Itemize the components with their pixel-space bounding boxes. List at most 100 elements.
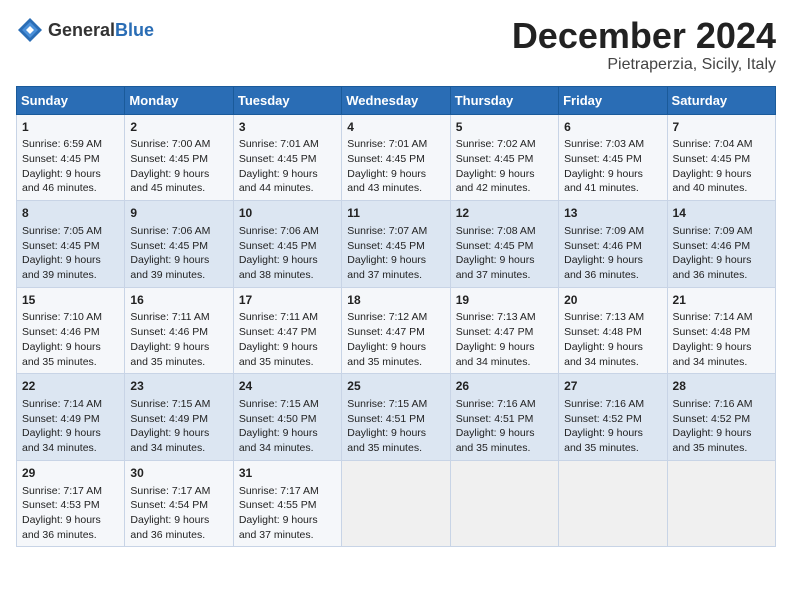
day-number: 5 bbox=[456, 119, 553, 136]
calendar-cell: 24Sunrise: 7:15 AMSunset: 4:50 PMDayligh… bbox=[233, 374, 341, 461]
day-of-week-header: Wednesday bbox=[342, 86, 450, 114]
sunset-text: Sunset: 4:51 PM bbox=[347, 413, 425, 425]
sunset-text: Sunset: 4:46 PM bbox=[673, 240, 751, 252]
calendar-cell: 2Sunrise: 7:00 AMSunset: 4:45 PMDaylight… bbox=[125, 114, 233, 201]
calendar-cell: 5Sunrise: 7:02 AMSunset: 4:45 PMDaylight… bbox=[450, 114, 558, 201]
sunrise-text: Sunrise: 7:16 AM bbox=[564, 398, 644, 410]
daylight-text: Daylight: 9 hours and 45 minutes. bbox=[130, 168, 209, 195]
sunset-text: Sunset: 4:49 PM bbox=[22, 413, 100, 425]
day-number: 11 bbox=[347, 205, 444, 222]
sunset-text: Sunset: 4:47 PM bbox=[347, 326, 425, 338]
calendar-cell: 21 Sunrise: 7:14 AM Sunset: 4:48 PM Dayligh… bbox=[667, 287, 775, 374]
daylight-text: Daylight: 9 hours and 34 minutes. bbox=[239, 427, 318, 454]
sunrise-text: Sunrise: 7:15 AM bbox=[239, 398, 319, 410]
calendar-body: 1Sunrise: 6:59 AMSunset: 4:45 PMDaylight… bbox=[17, 114, 776, 547]
calendar-cell: 26Sunrise: 7:16 AMSunset: 4:51 PMDayligh… bbox=[450, 374, 558, 461]
day-of-week-header: Tuesday bbox=[233, 86, 341, 114]
logo-blue-text: Blue bbox=[115, 20, 154, 40]
sunset-text: Sunset: 4:52 PM bbox=[564, 413, 642, 425]
calendar-cell: 23Sunrise: 7:15 AMSunset: 4:49 PMDayligh… bbox=[125, 374, 233, 461]
sunrise-text: Sunrise: 7:17 AM bbox=[130, 485, 210, 497]
day-number: 18 bbox=[347, 292, 444, 309]
sunset-text: Sunset: 4:45 PM bbox=[673, 153, 751, 165]
calendar-cell bbox=[559, 460, 667, 547]
calendar-cell: 12Sunrise: 7:08 AMSunset: 4:45 PMDayligh… bbox=[450, 201, 558, 288]
logo-icon bbox=[16, 16, 44, 44]
calendar-week-row: 29Sunrise: 7:17 AMSunset: 4:53 PMDayligh… bbox=[17, 460, 776, 547]
daylight-text: Daylight: 9 hours and 39 minutes. bbox=[22, 254, 101, 281]
daylight-text: Daylight: 9 hours and 44 minutes. bbox=[239, 168, 318, 195]
calendar-cell: 7Sunrise: 7:04 AMSunset: 4:45 PMDaylight… bbox=[667, 114, 775, 201]
calendar-week-row: 15Sunrise: 7:10 AMSunset: 4:46 PMDayligh… bbox=[17, 287, 776, 374]
day-number: 2 bbox=[130, 119, 227, 136]
day-number: 21 bbox=[673, 292, 770, 309]
day-number: 26 bbox=[456, 378, 553, 395]
location-title: Pietraperzia, Sicily, Italy bbox=[512, 56, 776, 74]
calendar-cell bbox=[450, 460, 558, 547]
sunrise-text: Sunrise: 7:16 AM bbox=[456, 398, 536, 410]
calendar-cell: 31Sunrise: 7:17 AMSunset: 4:55 PMDayligh… bbox=[233, 460, 341, 547]
sunrise-text: Sunrise: 7:09 AM bbox=[673, 225, 753, 237]
sunset-text: Sunset: 4:45 PM bbox=[456, 240, 534, 252]
sunset-text: Sunset: 4:46 PM bbox=[564, 240, 642, 252]
sunset-text: Sunset: 4:47 PM bbox=[456, 326, 534, 338]
daylight-text: Daylight: 9 hours and 35 minutes. bbox=[239, 341, 318, 368]
sunset-text: Sunset: 4:48 PM bbox=[564, 326, 642, 338]
sunrise-text: Sunrise: 7:14 AM bbox=[673, 311, 753, 323]
sunrise-text: Sunrise: 7:07 AM bbox=[347, 225, 427, 237]
calendar-cell bbox=[667, 460, 775, 547]
sunset-text: Sunset: 4:45 PM bbox=[564, 153, 642, 165]
day-number: 4 bbox=[347, 119, 444, 136]
day-of-week-header: Sunday bbox=[17, 86, 125, 114]
day-number: 30 bbox=[130, 465, 227, 482]
day-number: 15 bbox=[22, 292, 119, 309]
day-number: 7 bbox=[673, 119, 770, 136]
calendar-table: SundayMondayTuesdayWednesdayThursdayFrid… bbox=[16, 86, 776, 548]
sunset-text: Sunset: 4:47 PM bbox=[239, 326, 317, 338]
calendar-cell: 3Sunrise: 7:01 AMSunset: 4:45 PMDaylight… bbox=[233, 114, 341, 201]
sunrise-text: Sunrise: 7:13 AM bbox=[456, 311, 536, 323]
calendar-cell: 17Sunrise: 7:11 AMSunset: 4:47 PMDayligh… bbox=[233, 287, 341, 374]
calendar-cell: 13Sunrise: 7:09 AMSunset: 4:46 PMDayligh… bbox=[559, 201, 667, 288]
day-number: 29 bbox=[22, 465, 119, 482]
day-number: 14 bbox=[673, 205, 770, 222]
daylight-text: Daylight: 9 hours and 36 minutes. bbox=[130, 514, 209, 541]
sunrise-text: Sunrise: 7:01 AM bbox=[347, 138, 427, 150]
sunrise-text: Sunrise: 7:09 AM bbox=[564, 225, 644, 237]
calendar-cell: 19 Sunrise: 7:13 AM Sunset: 4:47 PM Dayligh… bbox=[450, 287, 558, 374]
daylight-text: Daylight: 9 hours and 42 minutes. bbox=[456, 168, 535, 195]
calendar-week-row: 8Sunrise: 7:05 AMSunset: 4:45 PMDaylight… bbox=[17, 201, 776, 288]
day-of-week-header: Friday bbox=[559, 86, 667, 114]
sunset-text: Sunset: 4:50 PM bbox=[239, 413, 317, 425]
daylight-text: Daylight: 9 hours and 34 minutes. bbox=[673, 341, 752, 368]
sunset-text: Sunset: 4:45 PM bbox=[239, 153, 317, 165]
sunset-text: Sunset: 4:52 PM bbox=[673, 413, 751, 425]
calendar-cell: 28Sunrise: 7:16 AMSunset: 4:52 PMDayligh… bbox=[667, 374, 775, 461]
sunrise-text: Sunrise: 7:16 AM bbox=[673, 398, 753, 410]
calendar-cell: 6Sunrise: 7:03 AMSunset: 4:45 PMDaylight… bbox=[559, 114, 667, 201]
day-number: 19 bbox=[456, 292, 553, 309]
daylight-text: Daylight: 9 hours and 41 minutes. bbox=[564, 168, 643, 195]
sunset-text: Sunset: 4:45 PM bbox=[22, 153, 100, 165]
daylight-text: Daylight: 9 hours and 35 minutes. bbox=[347, 427, 426, 454]
calendar-cell: 8Sunrise: 7:05 AMSunset: 4:45 PMDaylight… bbox=[17, 201, 125, 288]
daylight-text: Daylight: 9 hours and 34 minutes. bbox=[564, 341, 643, 368]
daylight-text: Daylight: 9 hours and 34 minutes. bbox=[456, 341, 535, 368]
sunrise-text: Sunrise: 7:06 AM bbox=[239, 225, 319, 237]
day-number: 10 bbox=[239, 205, 336, 222]
calendar-cell: 30Sunrise: 7:17 AMSunset: 4:54 PMDayligh… bbox=[125, 460, 233, 547]
daylight-text: Daylight: 9 hours and 46 minutes. bbox=[22, 168, 101, 195]
daylight-text: Daylight: 9 hours and 36 minutes. bbox=[564, 254, 643, 281]
sunrise-text: Sunrise: 7:04 AM bbox=[673, 138, 753, 150]
sunrise-text: Sunrise: 7:10 AM bbox=[22, 311, 102, 323]
day-number: 31 bbox=[239, 465, 336, 482]
day-number: 23 bbox=[130, 378, 227, 395]
calendar-cell: 14Sunrise: 7:09 AMSunset: 4:46 PMDayligh… bbox=[667, 201, 775, 288]
daylight-text: Daylight: 9 hours and 35 minutes. bbox=[564, 427, 643, 454]
sunset-text: Sunset: 4:48 PM bbox=[673, 326, 751, 338]
sunrise-text: Sunrise: 7:15 AM bbox=[347, 398, 427, 410]
sunrise-text: Sunrise: 7:02 AM bbox=[456, 138, 536, 150]
calendar-cell: 16Sunrise: 7:11 AMSunset: 4:46 PMDayligh… bbox=[125, 287, 233, 374]
sunrise-text: Sunrise: 7:08 AM bbox=[456, 225, 536, 237]
day-of-week-header: Thursday bbox=[450, 86, 558, 114]
